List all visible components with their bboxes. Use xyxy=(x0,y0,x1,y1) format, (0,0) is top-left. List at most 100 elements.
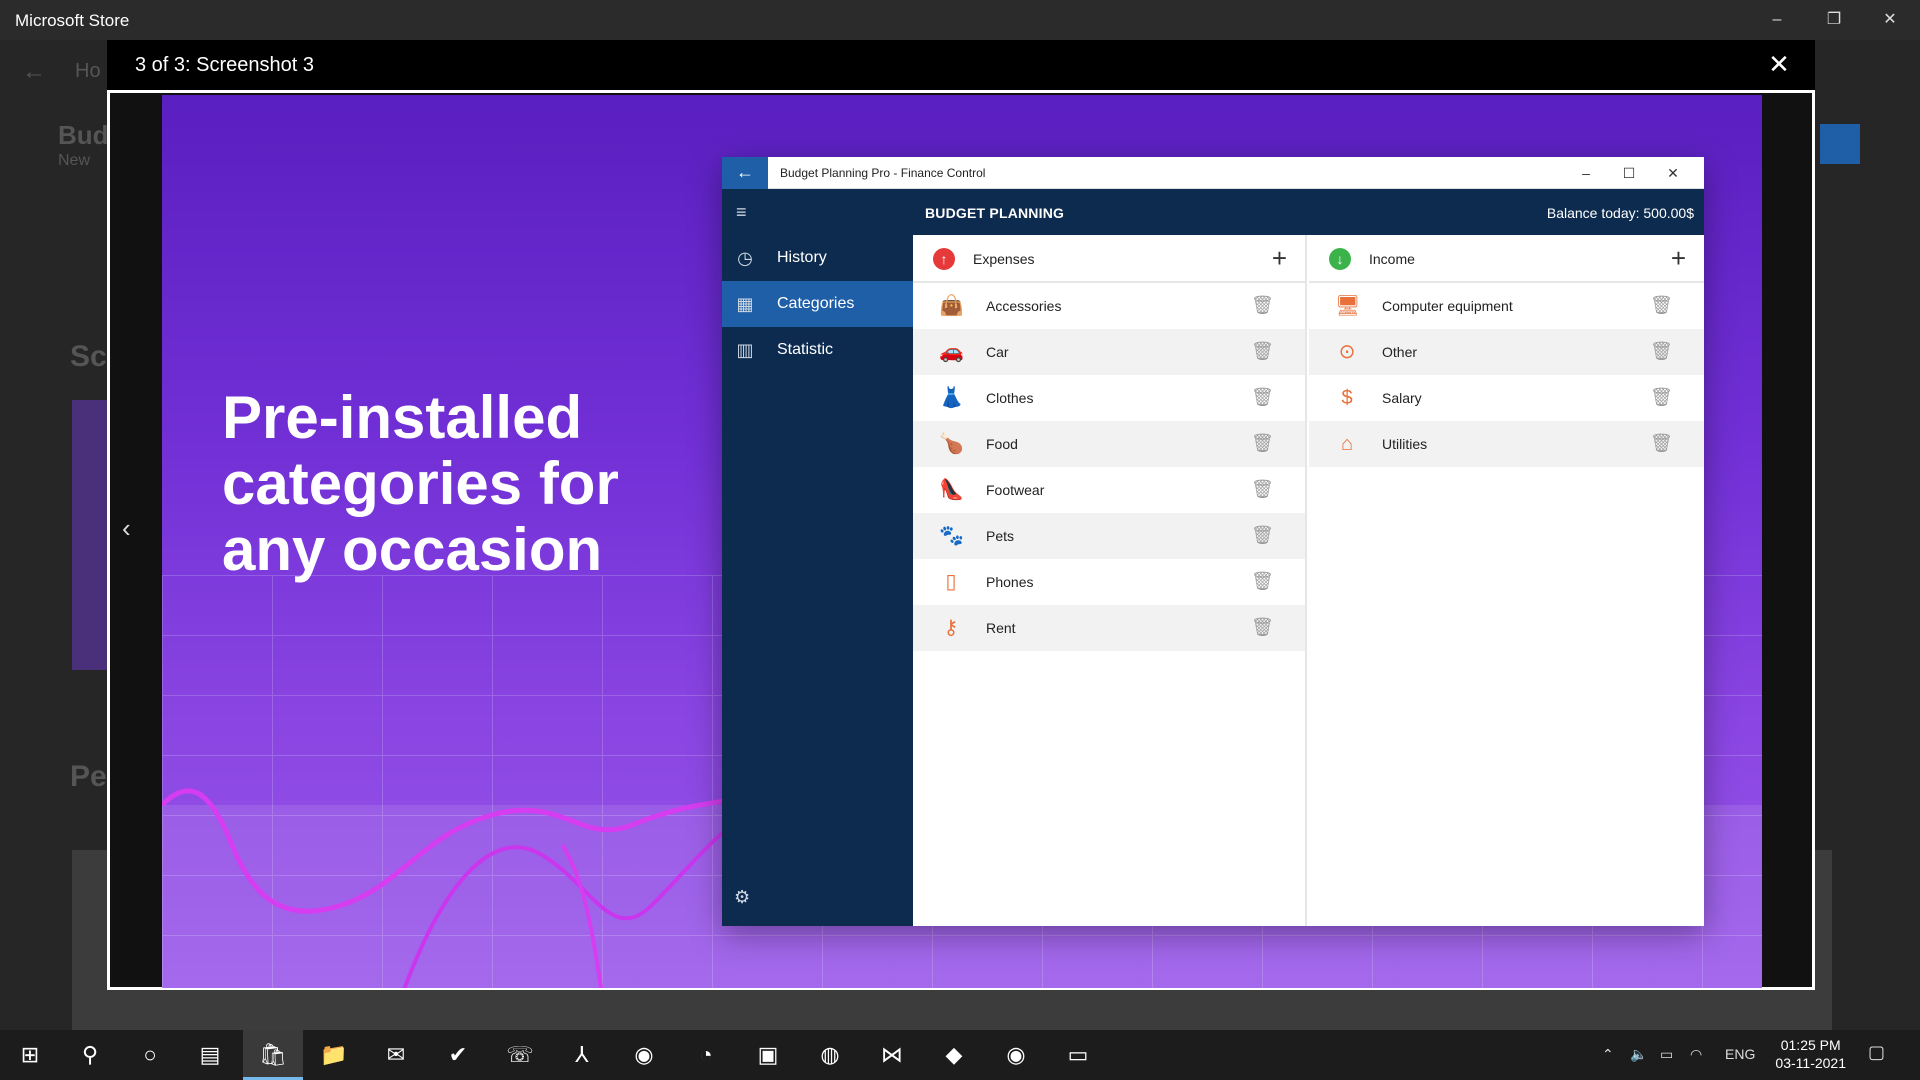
store-title: Microsoft Store xyxy=(15,11,130,30)
add-income-button[interactable]: + xyxy=(1671,244,1686,272)
trash-icon[interactable]: 🗑 xyxy=(1650,293,1673,317)
statistic-icon: ▥ xyxy=(736,340,754,360)
list-item[interactable]: $ Salary 🗑 xyxy=(1309,375,1704,421)
app-titlebar: ← Budget Planning Pro - Finance Control … xyxy=(722,157,1704,189)
clock[interactable]: 01:25 PM 03-11-2021 xyxy=(1775,1036,1846,1072)
sidebar-item-label: Statistic xyxy=(777,341,834,358)
app-window-title: Budget Planning Pro - Finance Control xyxy=(780,166,986,180)
category-label: Clothes xyxy=(986,390,1034,406)
sidebar-item-history[interactable]: ◷ History xyxy=(722,235,913,281)
category-label: Utilities xyxy=(1382,436,1428,452)
task-view-icon[interactable]: ▤ xyxy=(194,1039,226,1071)
category-label: Footwear xyxy=(986,482,1045,498)
page-title: BUDGET PLANNING xyxy=(925,205,1065,221)
screenshot-thumb-bg xyxy=(72,400,112,670)
trash-icon[interactable]: 🗑 xyxy=(1650,431,1673,455)
list-item[interactable]: 🐾 Pets 🗑 xyxy=(913,513,1305,559)
volume-icon[interactable]: 🔈 xyxy=(1630,1046,1647,1063)
language-indicator[interactable]: ENG xyxy=(1725,1046,1755,1062)
list-item[interactable]: ⌂ Utilities 🗑 xyxy=(1309,421,1704,467)
todo-icon[interactable]: ✔ xyxy=(442,1039,474,1071)
app-close-icon[interactable]: ✕ xyxy=(1662,162,1684,184)
trash-icon[interactable]: 🗑 xyxy=(1251,477,1274,501)
app-icon[interactable]: ▭ xyxy=(1062,1039,1094,1071)
list-item[interactable]: 👠 Footwear 🗑 xyxy=(913,467,1305,513)
trash-icon[interactable]: 🗑 xyxy=(1251,339,1274,363)
list-item[interactable]: 🍗 Food 🗑 xyxy=(913,421,1305,467)
trash-icon[interactable]: 🗑 xyxy=(1251,385,1274,409)
lightbox-close-icon[interactable]: ✕ xyxy=(1765,50,1793,78)
previous-screenshot-button[interactable]: ‹ xyxy=(122,513,142,544)
cortana-icon[interactable]: ○ xyxy=(134,1039,166,1071)
restore-button[interactable]: ❐ xyxy=(1822,8,1846,32)
list-item[interactable]: 👜 Accessories 🗑 xyxy=(913,283,1305,329)
list-item[interactable]: 👗 Clothes 🗑 xyxy=(913,375,1305,421)
chrome-profile-icon[interactable]: ◉ xyxy=(1000,1039,1032,1071)
trash-icon[interactable]: 🗑 xyxy=(1251,523,1274,547)
list-item[interactable]: ⊙ Other 🗑 xyxy=(1309,329,1704,375)
trash-icon[interactable]: 🗑 xyxy=(1251,431,1274,455)
show-hidden-icons-icon[interactable]: ⌃ xyxy=(1602,1046,1614,1063)
key-icon: ⚷ xyxy=(943,617,959,639)
app-minimize-icon[interactable]: – xyxy=(1575,162,1597,184)
computer-icon: 🖥 xyxy=(1335,295,1361,317)
acrobat-icon[interactable]: ⅄ xyxy=(566,1039,598,1071)
whatsapp-icon[interactable]: ☏ xyxy=(504,1039,536,1071)
minimize-button[interactable]: – xyxy=(1765,8,1789,32)
get-button-bg[interactable] xyxy=(1820,124,1860,164)
section-heading-bg-2: Pe xyxy=(70,760,107,793)
windows-start-icon[interactable]: ⊞ xyxy=(14,1039,46,1071)
income-panel: ↓ Income + 🖥 Computer equipment 🗑 ⊙ Othe… xyxy=(1309,235,1704,926)
sidebar-item-categories[interactable]: ▦ Categories xyxy=(722,281,913,327)
close-button[interactable]: ✕ xyxy=(1878,8,1902,32)
app-subtitle-bg: New xyxy=(58,152,91,169)
food-icon: 🍗 xyxy=(939,433,964,455)
list-item[interactable]: 🖥 Computer equipment 🗑 xyxy=(1309,283,1704,329)
promo-headline: Pre-installed categories for any occasio… xyxy=(222,384,619,583)
coins-icon: $ xyxy=(1341,387,1353,409)
more-dots-icon: ⊙ xyxy=(1338,341,1356,363)
list-item[interactable]: ⚷ Rent 🗑 xyxy=(913,605,1305,651)
back-arrow-icon[interactable]: ← xyxy=(22,58,46,86)
app-header: ≡ BUDGET PLANNING Balance today: 500.00$ xyxy=(722,189,1704,235)
balance-today: Balance today: 500.00$ xyxy=(1546,205,1694,221)
sidebar-item-label: History xyxy=(777,249,827,266)
trash-icon[interactable]: 🗑 xyxy=(1251,569,1274,593)
house-icon: ⌂ xyxy=(1340,433,1354,455)
add-expense-button[interactable]: + xyxy=(1272,244,1287,272)
back-arrow-icon[interactable]: ← xyxy=(722,157,768,189)
list-item[interactable]: ▯ Phones 🗑 xyxy=(913,559,1305,605)
search-icon[interactable]: ⚲ xyxy=(74,1039,106,1071)
expenses-panel: ↑ Expenses + 👜 Accessories 🗑 🚗 Car 🗑 👗 C… xyxy=(913,235,1307,926)
accessories-icon: 👜 xyxy=(939,295,964,317)
intellij-icon[interactable]: ▣ xyxy=(752,1039,784,1071)
category-label: Salary xyxy=(1382,390,1422,406)
mail-icon[interactable]: ✉ xyxy=(380,1039,412,1071)
file-explorer-icon[interactable]: 📁 xyxy=(318,1039,350,1071)
hamburger-menu-icon[interactable]: ≡ xyxy=(736,202,747,223)
home-tab[interactable]: Ho xyxy=(75,60,101,83)
app-maximize-icon[interactable]: ☐ xyxy=(1618,162,1640,184)
store-icon[interactable]: 🛍 xyxy=(257,1039,289,1071)
trash-icon[interactable]: 🗑 xyxy=(1251,615,1274,639)
chrome-icon[interactable]: ◉ xyxy=(628,1039,660,1071)
expenses-header: ↑ Expenses + xyxy=(913,235,1305,283)
wifi-icon[interactable]: ◠ xyxy=(1690,1046,1702,1063)
trash-icon[interactable]: 🗑 xyxy=(1650,339,1673,363)
battery-icon[interactable]: ▭ xyxy=(1660,1046,1673,1063)
trash-icon[interactable]: 🗑 xyxy=(1251,293,1274,317)
screenshot-lightbox: 3 of 3: Screenshot 3 ✕ ‹ Pre-installed c… xyxy=(107,40,1815,990)
list-item[interactable]: 🚗 Car 🗑 xyxy=(913,329,1305,375)
lightbox-title: 3 of 3: Screenshot 3 xyxy=(135,54,315,76)
vscode-icon[interactable]: ⋈ xyxy=(876,1039,908,1071)
trash-icon[interactable]: 🗑 xyxy=(1650,385,1673,409)
edge-icon[interactable]: ◔ xyxy=(690,1039,722,1071)
spotify-icon[interactable]: ◍ xyxy=(814,1039,846,1071)
settings-gear-icon[interactable]: ⚙ xyxy=(734,887,750,908)
notifications-icon[interactable]: ▢ xyxy=(1868,1042,1885,1063)
bluestacks-icon[interactable]: ◆ xyxy=(938,1039,970,1071)
sidebar-item-label: Categories xyxy=(777,295,855,312)
sidebar-item-statistic[interactable]: ▥ Statistic xyxy=(722,327,913,373)
category-label: Car xyxy=(986,344,1009,360)
income-header: ↓ Income + xyxy=(1309,235,1704,283)
